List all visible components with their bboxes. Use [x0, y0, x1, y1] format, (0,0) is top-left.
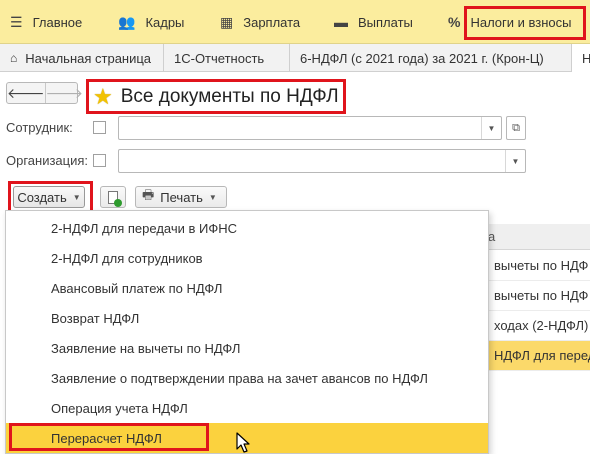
tab-6ndfl-label: 6-НДФЛ (с 2021 года) за 2021 г. (Крон-Ц)	[300, 50, 544, 66]
add-document-button[interactable]	[100, 186, 126, 208]
recalculation-highlight-frame	[9, 423, 209, 451]
menu-item-2ndfl-employees[interactable]: 2-НДФЛ для сотрудников	[6, 243, 488, 273]
favorite-star-icon[interactable]: ★	[93, 84, 113, 110]
wallet-icon: ▬	[334, 14, 348, 30]
home-icon: ⌂	[10, 51, 18, 65]
chevron-down-icon: ▼	[487, 123, 496, 133]
list-item[interactable]: вычеты по НДФ	[486, 251, 590, 281]
section-hr-label: Кадры	[145, 14, 185, 30]
list-item[interactable]: вычеты по НДФ	[486, 281, 590, 311]
list-item[interactable]: ходах (2-НДФЛ) д	[486, 311, 590, 341]
section-menu: ☰ Главное 👥 Кадры ▦ Зарплата ▬ Выплаты %…	[0, 0, 590, 44]
list-item-text: ходах (2-НДФЛ) д	[494, 318, 590, 333]
tab-current[interactable]: Н	[572, 44, 590, 72]
arrow-right-icon: 🡒	[45, 84, 84, 101]
menu-item-2ndfl-ifns[interactable]: 2-НДФЛ для передачи в ИФНС	[6, 213, 488, 243]
section-hr[interactable]: 👥 Кадры	[118, 0, 184, 44]
list-item-text: вычеты по НДФ	[494, 258, 589, 273]
tab-reporting[interactable]: 1С-Отчетность	[164, 44, 290, 72]
list-header-fragment: а	[488, 229, 496, 244]
printer-icon: 🖶	[142, 187, 155, 202]
employee-dropdown-button[interactable]: ▼	[481, 117, 501, 139]
employee-field[interactable]: ▼	[118, 116, 502, 140]
section-payments[interactable]: ▬ Выплаты	[334, 0, 413, 44]
tab-home-label: Начальная страница	[25, 50, 152, 66]
section-main-label: Главное	[32, 14, 83, 30]
tab-reporting-label: 1С-Отчетность	[174, 50, 265, 66]
list-header: а	[486, 224, 590, 250]
employee-open-button[interactable]: ⧉	[506, 116, 526, 140]
history-nav: 🡐 🡒	[6, 82, 83, 104]
create-highlight-frame	[8, 181, 93, 213]
page-title: Все документы по НДФЛ	[120, 85, 339, 107]
forward-button[interactable]: 🡒	[44, 83, 84, 103]
people-icon: 👥	[118, 13, 136, 30]
employee-label: Сотрудник:	[6, 120, 73, 135]
title-highlight-frame: ★ Все документы по НДФЛ	[86, 79, 346, 114]
menu-item-ndfl-operation[interactable]: Операция учета НДФЛ	[6, 393, 488, 423]
list-item-text: вычеты по НДФ	[494, 288, 589, 303]
section-main[interactable]: ☰ Главное	[10, 0, 82, 44]
organization-dropdown-button[interactable]: ▼	[505, 150, 525, 172]
section-salary[interactable]: ▦ Зарплата	[220, 0, 300, 44]
calculator-icon: ▦	[220, 13, 234, 30]
organization-checkbox[interactable]	[93, 154, 106, 167]
tab-current-label: Н	[582, 50, 590, 66]
create-dropdown-menu: 2-НДФЛ для передачи в ИФНС 2-НДФЛ для со…	[5, 210, 489, 454]
chevron-down-icon: ▼	[208, 192, 217, 202]
tab-6ndfl[interactable]: 6-НДФЛ (с 2021 года) за 2021 г. (Крон-Ц)	[290, 44, 572, 72]
organization-field[interactable]: ▼	[118, 149, 526, 173]
menu-item-deduction-application[interactable]: Заявление на вычеты по НДФЛ	[6, 333, 488, 363]
employee-checkbox[interactable]	[93, 121, 106, 134]
add-document-icon	[108, 190, 122, 207]
chevron-down-icon: ▼	[511, 156, 520, 166]
open-window-icon: ⧉	[512, 121, 520, 134]
organization-label: Организация:	[6, 153, 89, 168]
print-button[interactable]: 🖶 Печать ▼	[135, 186, 227, 208]
print-button-label: Печать	[160, 189, 203, 205]
back-button[interactable]: 🡐	[7, 83, 45, 103]
arrow-left-icon: 🡐	[7, 84, 45, 101]
list-item-selected[interactable]: НДФЛ для передач	[486, 341, 590, 371]
menu-lines-icon: ☰	[10, 13, 23, 30]
mouse-cursor-icon	[236, 432, 250, 453]
menu-item-refund[interactable]: Возврат НДФЛ	[6, 303, 488, 333]
documents-list: а вычеты по НДФ вычеты по НДФ ходах (2-Н…	[486, 224, 590, 454]
list-item-text: НДФЛ для передач	[494, 348, 590, 363]
tab-home[interactable]: ⌂ Начальная страница	[0, 44, 164, 72]
percent-icon: %	[448, 14, 461, 30]
menu-item-advance-confirmation[interactable]: Заявление о подтверждении права на зачет…	[6, 363, 488, 393]
section-salary-label: Зарплата	[243, 14, 301, 30]
section-payments-label: Выплаты	[358, 14, 413, 30]
tab-bar: ⌂ Начальная страница 1С-Отчетность 6-НДФ…	[0, 44, 590, 72]
taxes-highlight-frame	[464, 6, 586, 40]
menu-item-advance-payment[interactable]: Авансовый платеж по НДФЛ	[6, 273, 488, 303]
